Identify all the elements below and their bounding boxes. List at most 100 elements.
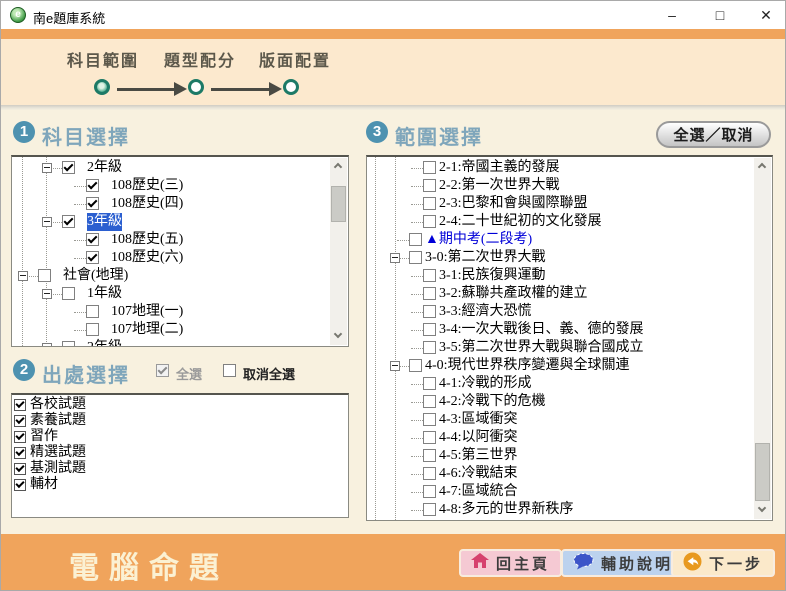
tree-item-label[interactable]: 3-3:經濟大恐慌	[439, 303, 532, 321]
checkbox[interactable]	[86, 179, 99, 192]
tree-item[interactable]: 2年級	[12, 339, 330, 347]
next-step-button[interactable]: 下一步	[671, 549, 775, 577]
tree-item[interactable]: 108歷史(六)	[12, 249, 330, 267]
scrollbar-thumb[interactable]	[331, 186, 346, 222]
list-item-label[interactable]: 精選試題	[30, 445, 86, 461]
checkbox[interactable]	[423, 161, 436, 174]
scrollbar-thumb[interactable]	[755, 443, 770, 501]
tree-item[interactable]: 108歷史(五)	[12, 231, 330, 249]
tree-item-label[interactable]: 4-7:區域統合	[439, 483, 518, 501]
expander-minus-icon[interactable]	[390, 361, 400, 371]
checkbox[interactable]	[423, 197, 436, 210]
tree-item[interactable]: 4-8:多元的世界新秩序	[367, 501, 754, 519]
checkbox[interactable]	[14, 399, 26, 411]
tree-item-label[interactable]: 2年級	[87, 159, 122, 177]
checkbox[interactable]	[423, 449, 436, 462]
checkbox[interactable]	[423, 485, 436, 498]
tree-item[interactable]: 2-4:二十世紀初的文化發展	[367, 213, 754, 231]
checkbox[interactable]	[423, 413, 436, 426]
checkbox[interactable]	[14, 479, 26, 491]
tree-item[interactable]: 3-5:第二次世界大戰與聯合國成立	[367, 339, 754, 357]
tree-item-label[interactable]: 2-3:巴黎和會與國際聯盟	[439, 195, 588, 213]
tree-item[interactable]: 4-1:冷戰的形成	[367, 375, 754, 393]
checkbox[interactable]	[423, 269, 436, 282]
tree-item-label[interactable]: 4-5:第三世界	[439, 447, 518, 465]
tree-item-label[interactable]: 4-0:現代世界秩序變遷與全球關連	[425, 357, 630, 375]
tree-item[interactable]: 2-1:帝國主義的發展	[367, 159, 754, 177]
tree-item-label[interactable]: 社會(地理)	[63, 267, 128, 285]
scope-tree-scrollbar[interactable]	[754, 158, 771, 519]
maximize-button[interactable]: □	[699, 1, 741, 29]
checkbox[interactable]	[409, 359, 422, 372]
tree-item-label[interactable]: 4-3:區域衝突	[439, 411, 518, 429]
checkbox[interactable]	[423, 179, 436, 192]
checkbox[interactable]	[423, 467, 436, 480]
tree-item-label[interactable]: 4-6:冷戰結束	[439, 465, 518, 483]
checkbox[interactable]	[86, 251, 99, 264]
tree-item-label[interactable]: 108歷史(四)	[111, 195, 183, 213]
checkbox[interactable]	[62, 341, 75, 347]
tree-item[interactable]: 107地理(一)	[12, 303, 330, 321]
list-item[interactable]: 輔材	[12, 477, 348, 493]
select-all-checkbox[interactable]	[156, 364, 169, 377]
checkbox[interactable]	[86, 197, 99, 210]
list-item[interactable]: 基測試題	[12, 461, 348, 477]
tree-item-label[interactable]: 3-5:第二次世界大戰與聯合國成立	[439, 339, 644, 357]
expander-minus-icon[interactable]	[42, 217, 52, 227]
tree-item[interactable]: 4-4:以阿衝突	[367, 429, 754, 447]
checkbox[interactable]	[86, 305, 99, 318]
checkbox[interactable]	[14, 431, 26, 443]
checkbox[interactable]	[409, 251, 422, 264]
checkbox[interactable]	[423, 431, 436, 444]
minimize-button[interactable]: –	[651, 1, 693, 29]
tree-item[interactable]: 3-3:經濟大恐慌	[367, 303, 754, 321]
help-button[interactable]: 輔助說明	[561, 549, 685, 577]
tree-item[interactable]: 1年級	[12, 285, 330, 303]
checkbox[interactable]	[423, 287, 436, 300]
tree-item-label[interactable]: 107地理(二)	[111, 321, 183, 339]
tree-item-label[interactable]: 4-1:冷戰的形成	[439, 375, 532, 393]
checkbox[interactable]	[423, 395, 436, 408]
list-item[interactable]: 素養試題	[12, 413, 348, 429]
expander-minus-icon[interactable]	[18, 271, 28, 281]
list-item-label[interactable]: 各校試題	[30, 397, 86, 413]
list-item-label[interactable]: 素養試題	[30, 413, 86, 429]
checkbox[interactable]	[14, 447, 26, 459]
checkbox[interactable]	[423, 215, 436, 228]
list-item-label[interactable]: 輔材	[30, 477, 58, 493]
checkbox[interactable]	[14, 463, 26, 475]
tree-item-label[interactable]: 4-2:冷戰下的危機	[439, 393, 546, 411]
tree-item-label[interactable]: 4-8:多元的世界新秩序	[439, 501, 574, 519]
tree-item-label[interactable]: 3-1:民族復興運動	[439, 267, 546, 285]
tree-item-label[interactable]: 108歷史(五)	[111, 231, 183, 249]
tree-item[interactable]: 3年級	[12, 213, 330, 231]
checkbox[interactable]	[86, 323, 99, 336]
expander-minus-icon[interactable]	[42, 163, 52, 173]
scroll-up-icon[interactable]	[330, 158, 347, 175]
tree-item-label[interactable]: 108歷史(三)	[111, 177, 183, 195]
close-button[interactable]: ✕	[745, 1, 786, 29]
tree-item[interactable]: ▲期中考(二段考)	[367, 231, 754, 249]
expander-minus-icon[interactable]	[390, 253, 400, 263]
tree-item[interactable]: 4-7:區域統合	[367, 483, 754, 501]
tree-item[interactable]: 4-3:區域衝突	[367, 411, 754, 429]
select-all-toggle-button[interactable]: 全選／取消	[656, 121, 771, 148]
tree-item[interactable]: 2-3:巴黎和會與國際聯盟	[367, 195, 754, 213]
tree-item-label[interactable]: 2-2:第一次世界大戰	[439, 177, 560, 195]
tree-item[interactable]: 4-0:現代世界秩序變遷與全球關連	[367, 357, 754, 375]
checkbox[interactable]	[86, 233, 99, 246]
tree-item[interactable]: 4-6:冷戰結束	[367, 465, 754, 483]
tree-item[interactable]: 107地理(二)	[12, 321, 330, 339]
tree-item[interactable]: 3-4:一次大戰後日、義、德的發展	[367, 321, 754, 339]
checkbox[interactable]	[423, 503, 436, 516]
tree-item[interactable]: 4-2:冷戰下的危機	[367, 393, 754, 411]
deselect-all-checkbox[interactable]	[223, 364, 236, 377]
tree-item-label[interactable]: 2-1:帝國主義的發展	[439, 159, 560, 177]
checkbox[interactable]	[423, 305, 436, 318]
checkbox[interactable]	[423, 341, 436, 354]
tree-item-label[interactable]: 2-4:二十世紀初的文化發展	[439, 213, 602, 231]
tree-item[interactable]: 2-2:第一次世界大戰	[367, 177, 754, 195]
tree-item-label[interactable]: 3年級	[87, 213, 122, 231]
list-item[interactable]: 各校試題	[12, 397, 348, 413]
tree-item[interactable]: 社會(地理)	[12, 267, 330, 285]
